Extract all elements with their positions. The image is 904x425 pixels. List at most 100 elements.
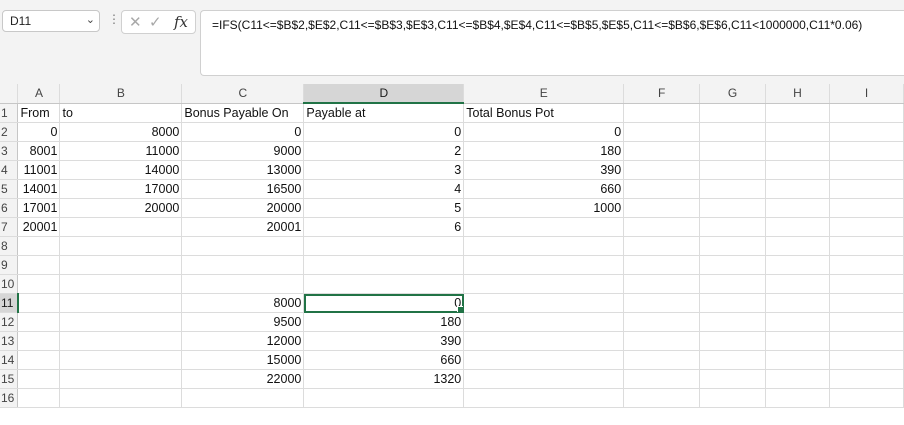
cell-c11[interactable]: 8000: [181, 293, 305, 313]
cell-c4[interactable]: 13000: [181, 160, 305, 180]
cell-g5[interactable]: [699, 179, 767, 199]
cell-a11[interactable]: [17, 293, 61, 313]
cell-i7[interactable]: [829, 217, 904, 237]
row-header-1[interactable]: 1: [0, 103, 19, 123]
cell-i10[interactable]: [829, 274, 904, 294]
cell-d15[interactable]: 1320: [303, 369, 465, 389]
row-header-6[interactable]: 6: [0, 198, 19, 218]
cell-g9[interactable]: [699, 255, 767, 275]
cell-h2[interactable]: [765, 122, 830, 142]
cell-g3[interactable]: [699, 141, 767, 161]
column-header-i[interactable]: I: [829, 84, 904, 104]
cell-d13[interactable]: 390: [303, 331, 465, 351]
cell-g12[interactable]: [699, 312, 767, 332]
row-header-13[interactable]: 13: [0, 331, 19, 351]
row-header-4[interactable]: 4: [0, 160, 19, 180]
cell-i4[interactable]: [829, 160, 904, 180]
cancel-icon[interactable]: ✕: [129, 13, 142, 31]
cell-i2[interactable]: [829, 122, 904, 142]
cell-a3[interactable]: 8001: [17, 141, 61, 161]
cell-a15[interactable]: [17, 369, 61, 389]
column-header-a[interactable]: A: [17, 84, 61, 104]
column-header-e[interactable]: E: [463, 84, 625, 104]
cell-c5[interactable]: 16500: [181, 179, 305, 199]
cell-e11[interactable]: [463, 293, 625, 313]
cell-f8[interactable]: [623, 236, 701, 256]
cell-e10[interactable]: [463, 274, 625, 294]
cell-a6[interactable]: 17001: [17, 198, 61, 218]
cell-b4[interactable]: 14000: [59, 160, 183, 180]
cell-f3[interactable]: [623, 141, 701, 161]
cell-a13[interactable]: [17, 331, 61, 351]
row-header-11[interactable]: 11: [0, 293, 19, 313]
cell-g2[interactable]: [699, 122, 767, 142]
row-header-14[interactable]: 14: [0, 350, 19, 370]
cell-e5[interactable]: 660: [463, 179, 625, 199]
cell-d10[interactable]: [303, 274, 465, 294]
row-header-8[interactable]: 8: [0, 236, 19, 256]
cell-a16[interactable]: [17, 388, 61, 408]
cell-b13[interactable]: [59, 331, 183, 351]
cell-h11[interactable]: [765, 293, 830, 313]
cell-h10[interactable]: [765, 274, 830, 294]
cell-g6[interactable]: [699, 198, 767, 218]
cell-b9[interactable]: [59, 255, 183, 275]
cell-d6[interactable]: 5: [303, 198, 465, 218]
cell-f2[interactable]: [623, 122, 701, 142]
cell-a14[interactable]: [17, 350, 61, 370]
cell-d4[interactable]: 3: [303, 160, 465, 180]
cell-e12[interactable]: [463, 312, 625, 332]
cell-b6[interactable]: 20000: [59, 198, 183, 218]
cell-d2[interactable]: 0: [303, 122, 465, 142]
cell-e8[interactable]: [463, 236, 625, 256]
cell-f15[interactable]: [623, 369, 701, 389]
cell-c9[interactable]: [181, 255, 305, 275]
cell-h14[interactable]: [765, 350, 830, 370]
cell-i6[interactable]: [829, 198, 904, 218]
cell-e15[interactable]: [463, 369, 625, 389]
cell-b7[interactable]: [59, 217, 183, 237]
cell-a12[interactable]: [17, 312, 61, 332]
cell-i1[interactable]: [829, 103, 904, 123]
cell-e7[interactable]: [463, 217, 625, 237]
cell-i3[interactable]: [829, 141, 904, 161]
cell-d1[interactable]: Payable at: [303, 103, 465, 123]
cell-g8[interactable]: [699, 236, 767, 256]
cell-a2[interactable]: 0: [17, 122, 61, 142]
cell-g15[interactable]: [699, 369, 767, 389]
column-header-h[interactable]: H: [765, 84, 830, 104]
cell-h9[interactable]: [765, 255, 830, 275]
cell-c7[interactable]: 20001: [181, 217, 305, 237]
cell-f11[interactable]: [623, 293, 701, 313]
cell-g14[interactable]: [699, 350, 767, 370]
cell-a8[interactable]: [17, 236, 61, 256]
cell-a9[interactable]: [17, 255, 61, 275]
cell-i13[interactable]: [829, 331, 904, 351]
cell-e2[interactable]: 0: [463, 122, 625, 142]
cell-h8[interactable]: [765, 236, 830, 256]
column-header-g[interactable]: G: [699, 84, 767, 104]
cell-e6[interactable]: 1000: [463, 198, 625, 218]
cell-f6[interactable]: [623, 198, 701, 218]
cell-b2[interactable]: 8000: [59, 122, 183, 142]
cell-d3[interactable]: 2: [303, 141, 465, 161]
row-header-16[interactable]: 16: [0, 388, 19, 408]
cell-f16[interactable]: [623, 388, 701, 408]
cell-c12[interactable]: 9500: [181, 312, 305, 332]
cell-f1[interactable]: [623, 103, 701, 123]
cell-f7[interactable]: [623, 217, 701, 237]
row-header-7[interactable]: 7: [0, 217, 19, 237]
cell-d5[interactable]: 4: [303, 179, 465, 199]
cell-b12[interactable]: [59, 312, 183, 332]
cell-b11[interactable]: [59, 293, 183, 313]
cell-e9[interactable]: [463, 255, 625, 275]
cell-e3[interactable]: 180: [463, 141, 625, 161]
cell-h7[interactable]: [765, 217, 830, 237]
cell-d8[interactable]: [303, 236, 465, 256]
column-header-d[interactable]: D: [303, 84, 465, 104]
cell-d11[interactable]: 0: [303, 293, 465, 313]
select-all-corner[interactable]: [0, 84, 19, 104]
cell-h13[interactable]: [765, 331, 830, 351]
row-header-3[interactable]: 3: [0, 141, 19, 161]
row-header-12[interactable]: 12: [0, 312, 19, 332]
